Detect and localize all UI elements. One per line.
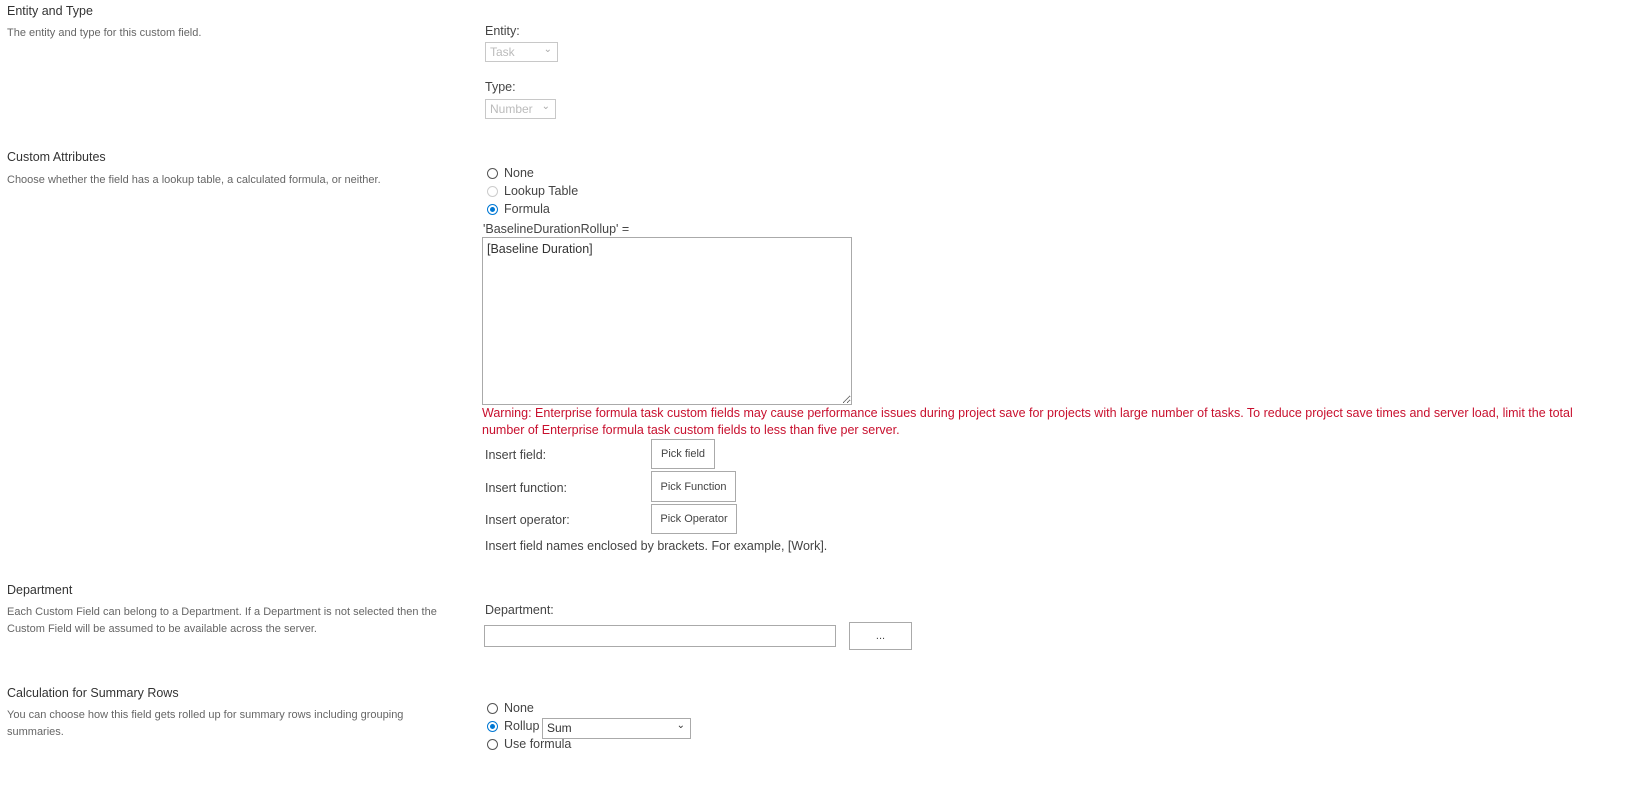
radio-icon	[487, 186, 498, 197]
type-value: Number	[490, 102, 533, 116]
radio-formula[interactable]: Formula	[487, 202, 578, 220]
pick-field-button[interactable]: Pick field	[651, 439, 715, 469]
summary-description: You can choose how this field gets rolle…	[7, 709, 404, 738]
entity-select[interactable]: Task ⌄	[485, 42, 558, 62]
rollup-value: Sum	[547, 721, 572, 735]
department-label: Department:	[485, 603, 554, 617]
entity-label: Entity:	[485, 24, 520, 38]
custom-attributes-description: Choose whether the field has a lookup ta…	[7, 174, 381, 186]
radio-label: Rollup	[504, 719, 540, 733]
entity-type-description: The entity and type for this custom fiel…	[7, 27, 202, 39]
radio-label: None	[504, 701, 534, 715]
pick-operator-button[interactable]: Pick Operator	[651, 504, 737, 534]
department-browse-button[interactable]: ...	[849, 622, 912, 650]
department-description: Each Custom Field can belong to a Depart…	[7, 606, 437, 635]
insert-function-label: Insert function:	[485, 481, 567, 495]
radio-checked-icon	[487, 204, 498, 215]
radio-label: None	[504, 166, 534, 180]
pick-function-button[interactable]: Pick Function	[651, 471, 736, 502]
chevron-down-icon: ⌄	[543, 44, 552, 55]
summary-title: Calculation for Summary Rows	[7, 686, 179, 700]
radio-use-formula[interactable]: Use formula	[487, 737, 571, 755]
radio-summary-none[interactable]: None	[487, 701, 571, 719]
formula-label: 'BaselineDurationRollup' =	[483, 222, 630, 236]
entity-type-title: Entity and Type	[7, 4, 93, 18]
radio-lookup-table: Lookup Table	[487, 184, 578, 202]
radio-label: Use formula	[504, 737, 572, 751]
radio-checked-icon	[487, 721, 498, 732]
radio-label: Lookup Table	[504, 184, 579, 198]
chevron-down-icon: ⌄	[541, 101, 550, 112]
radio-none[interactable]: None	[487, 166, 578, 184]
department-input[interactable]	[484, 625, 836, 647]
type-select[interactable]: Number ⌄	[485, 99, 556, 119]
chevron-down-icon: ⌄	[676, 720, 685, 731]
radio-icon	[487, 739, 498, 750]
radio-icon	[487, 703, 498, 714]
rollup-select[interactable]: Sum ⌄	[542, 718, 691, 739]
formula-textarea[interactable]: [Baseline Duration]	[482, 237, 852, 405]
insert-field-label: Insert field:	[485, 448, 547, 462]
insert-operator-label: Insert operator:	[485, 513, 570, 527]
warning-line-1: Warning: Enterprise formula task custom …	[482, 406, 1573, 420]
insert-hint: Insert field names enclosed by brackets.…	[485, 539, 828, 553]
radio-label: Formula	[504, 202, 550, 216]
department-title: Department	[7, 583, 73, 597]
radio-icon	[487, 168, 498, 179]
custom-attributes-title: Custom Attributes	[7, 150, 106, 164]
entity-value: Task	[490, 45, 515, 59]
type-label: Type:	[485, 80, 516, 94]
warning-line-2: number of Enterprise formula task custom…	[482, 423, 900, 437]
